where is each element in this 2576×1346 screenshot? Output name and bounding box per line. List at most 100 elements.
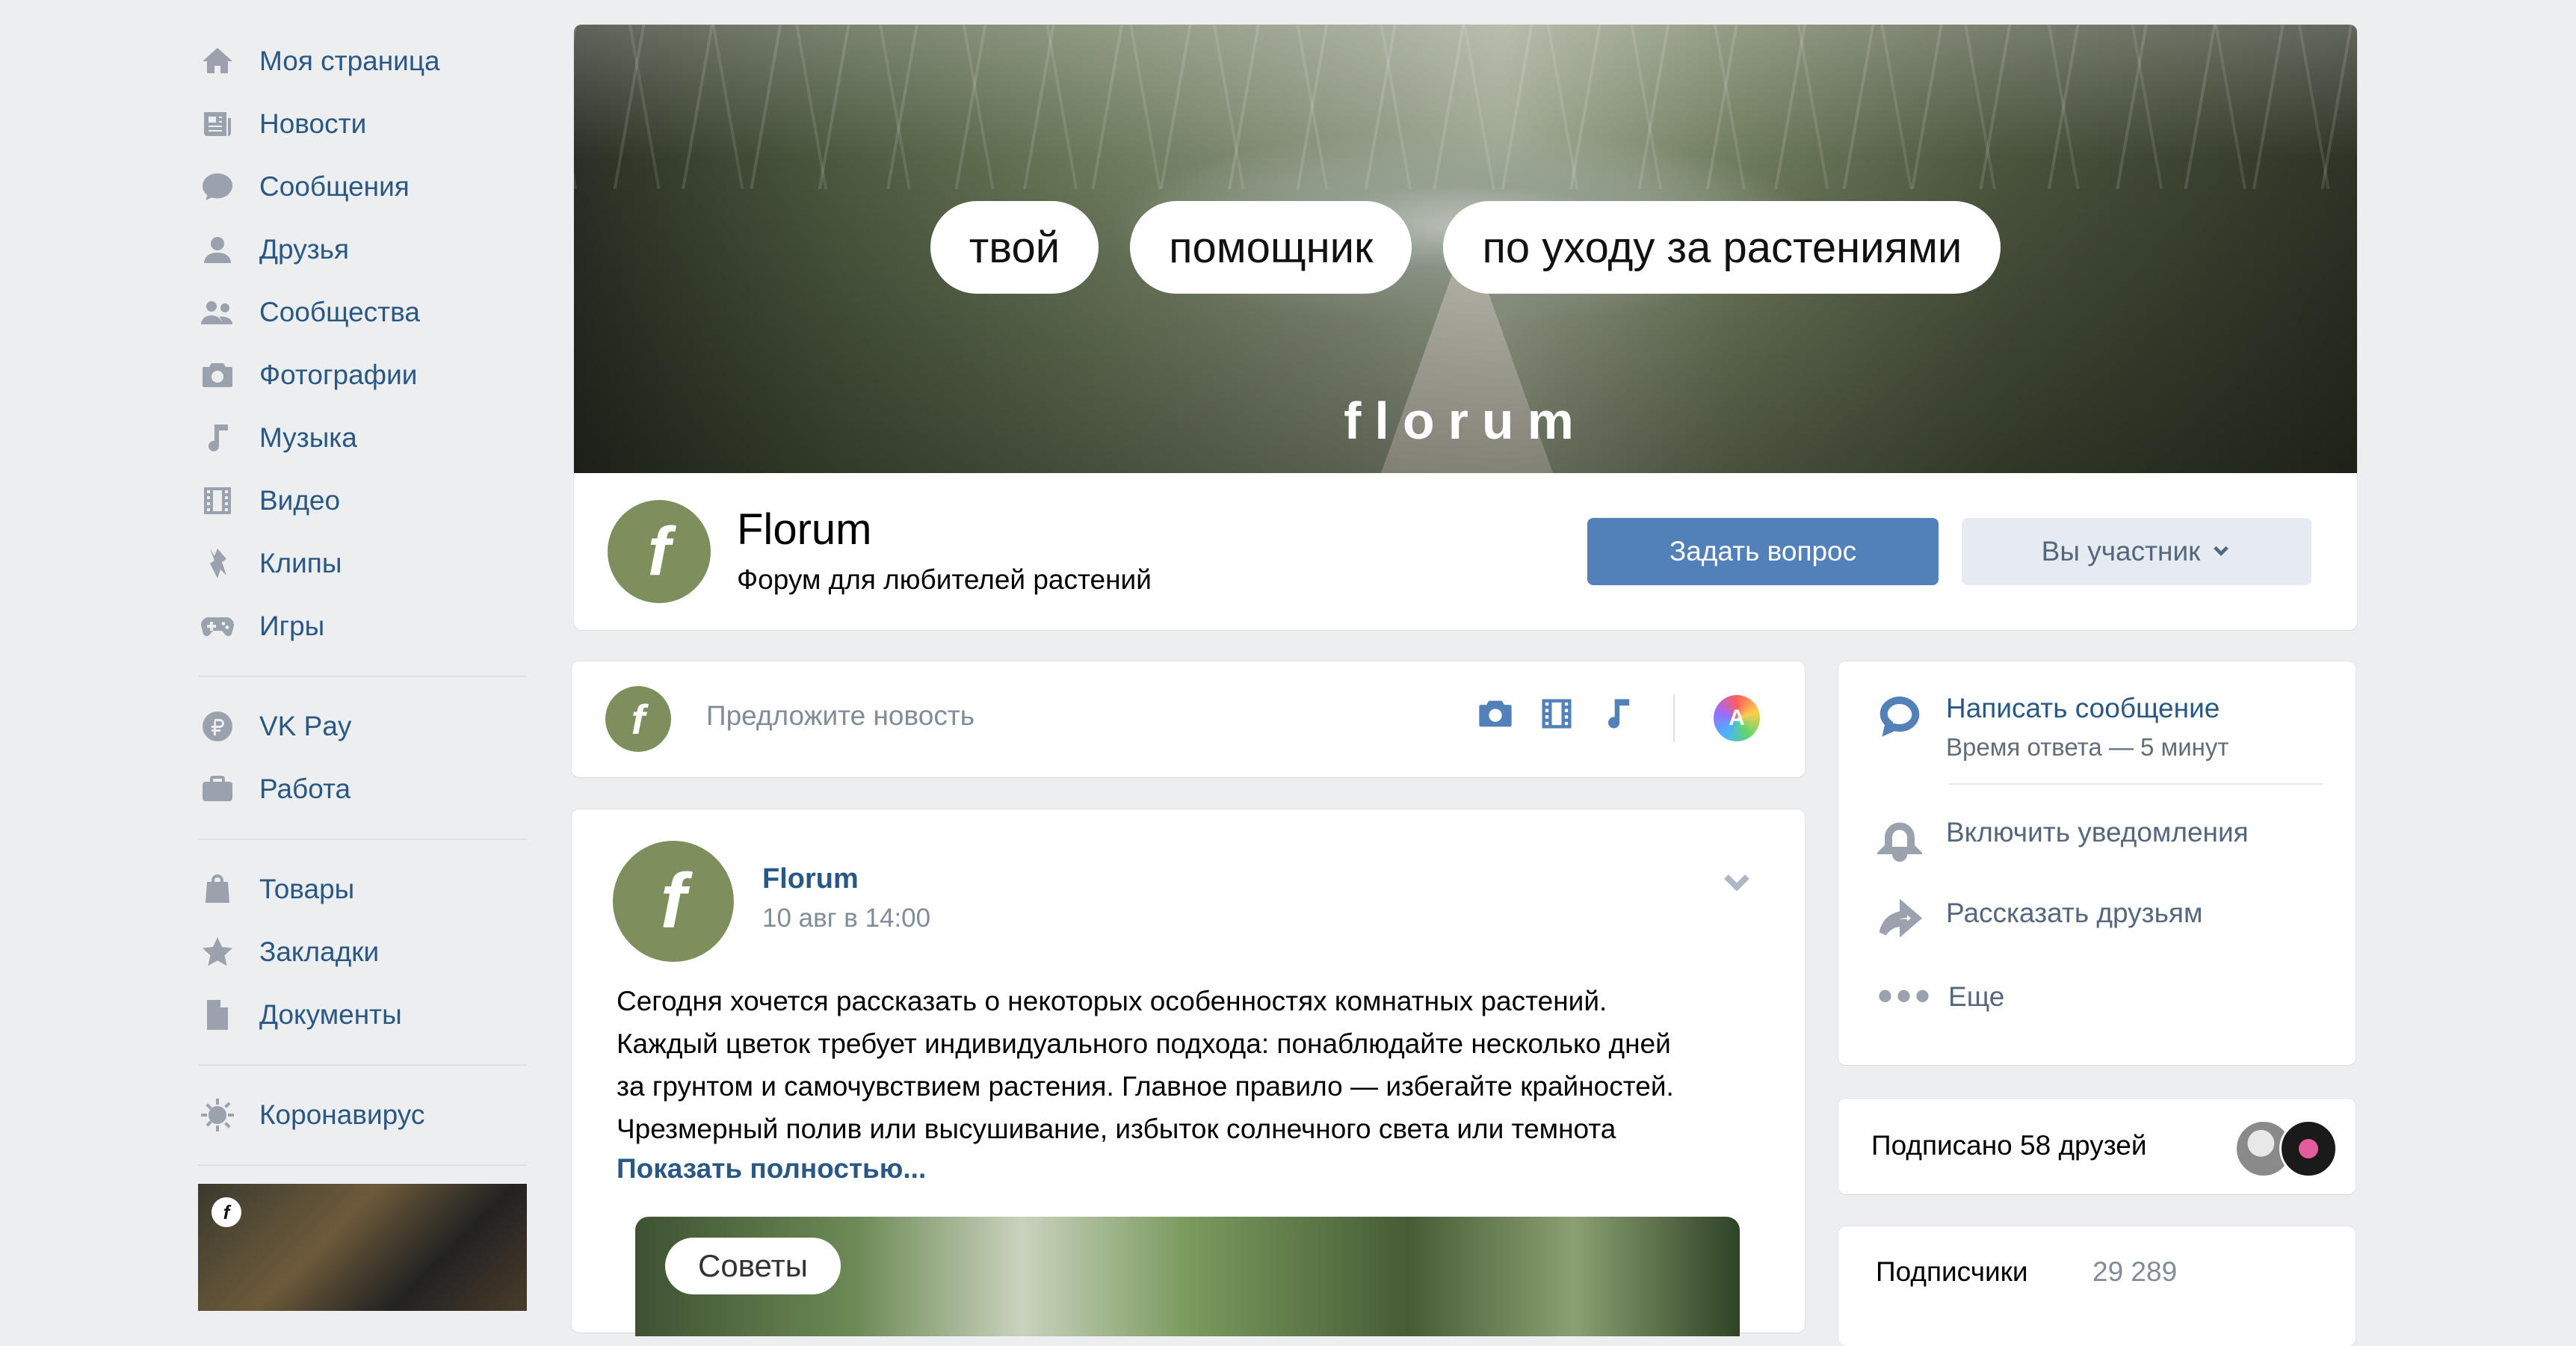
post-text: Сегодня хочется рассказать о некоторых о… xyxy=(617,980,1782,1150)
post-date[interactable]: 10 авг в 14:00 xyxy=(762,904,930,933)
art-author-icon[interactable]: A xyxy=(1714,695,1760,741)
virus-icon xyxy=(198,1096,237,1134)
post-text-line: Чрезмерный полив или высушивание, избыто… xyxy=(617,1114,1616,1144)
sidebar-item-documents[interactable]: Документы xyxy=(198,984,527,1046)
page-root: Моя страница Новости Сообщения Друзья Со… xyxy=(0,0,2576,1346)
briefcase-icon xyxy=(198,770,237,809)
bag-icon xyxy=(198,870,237,909)
group-header-card: твой помощник по уходу за растениями flo… xyxy=(574,25,2357,630)
avatar-letter: f xyxy=(631,695,646,743)
sidebar-item-music[interactable]: Музыка xyxy=(198,407,527,469)
avatar-letter: f xyxy=(647,513,671,590)
post-text-line: Сегодня хочется рассказать о некоторых о… xyxy=(617,986,1607,1016)
sidebar-item-messages[interactable]: Сообщения xyxy=(198,155,527,218)
sidebar-item-coronavirus[interactable]: Коронавирус xyxy=(198,1084,527,1146)
gamepad-icon xyxy=(198,607,237,646)
group-name: Florum xyxy=(737,505,872,554)
sidebar-item-label: Клипы xyxy=(259,548,342,578)
friends-subscribed-card[interactable]: Подписано 58 друзей xyxy=(1838,1099,2356,1194)
news-icon xyxy=(198,105,237,143)
sidebar-item-video[interactable]: Видео xyxy=(198,469,527,532)
subscribers-count: 29 289 xyxy=(2092,1256,2178,1287)
bell-icon xyxy=(1875,817,1924,865)
attach-icons xyxy=(1476,694,1637,737)
sidebar-item-clips[interactable]: Клипы xyxy=(198,532,527,595)
suggest-news-input[interactable]: Предложите новость xyxy=(706,700,975,732)
member-label: Вы участник xyxy=(2041,536,2201,567)
chevron-down-icon[interactable] xyxy=(1719,863,1755,903)
post-image[interactable]: Советы xyxy=(635,1217,1740,1336)
left-sidebar: Моя страница Новости Сообщения Друзья Со… xyxy=(198,30,527,1311)
sidebar-item-bookmarks[interactable]: Закладки xyxy=(198,921,527,984)
sidebar-item-games[interactable]: Игры xyxy=(198,595,527,658)
sidebar-item-communities[interactable]: Сообщества xyxy=(198,281,527,344)
camera-icon[interactable] xyxy=(1476,694,1515,737)
friend-avatar[interactable] xyxy=(2279,1120,2338,1178)
home-icon xyxy=(198,42,237,81)
group-avatar[interactable]: f xyxy=(608,500,711,603)
post-author-avatar[interactable]: f xyxy=(613,841,734,962)
sidebar-divider xyxy=(198,839,527,840)
share-arrow-icon xyxy=(1877,898,1923,946)
ruble-icon xyxy=(198,707,237,746)
sidebar-item-vkpay[interactable]: VK Pay xyxy=(198,695,527,758)
avatar-letter: f xyxy=(660,857,687,945)
suggest-post-bar[interactable]: f Предложите новость A xyxy=(572,661,1805,777)
cover-brand-logo: florum xyxy=(1344,392,1587,450)
cover-image: твой помощник по уходу за растениями flo… xyxy=(574,25,2357,473)
sidebar-item-friends[interactable]: Друзья xyxy=(198,218,527,281)
share-label: Рассказать друзьям xyxy=(1946,898,2203,928)
music-icon xyxy=(198,419,237,457)
sidebar-item-jobs[interactable]: Работа xyxy=(198,758,527,821)
sidebar-item-label: Документы xyxy=(259,999,402,1030)
sidebar-item-label: Друзья xyxy=(259,234,349,265)
sidebar-item-label: Фотографии xyxy=(259,359,418,390)
more-label: Еще xyxy=(1948,981,2005,1012)
video-icon[interactable] xyxy=(1537,694,1576,737)
sidebar-item-my-page[interactable]: Моя страница xyxy=(198,30,527,93)
camera-icon xyxy=(198,356,237,395)
post-text-line: Каждый цветок требует индивидуального по… xyxy=(617,1028,1671,1059)
clips-icon xyxy=(198,544,237,583)
sidebar-promo-image[interactable]: f xyxy=(198,1184,527,1311)
sidebar-item-photos[interactable]: Фотографии xyxy=(198,344,527,407)
sidebar-divider xyxy=(198,676,527,677)
user-icon xyxy=(198,230,237,269)
post-text-line: за грунтом и самочувствием растения. Гла… xyxy=(617,1071,1674,1102)
member-dropdown-button[interactable]: Вы участник xyxy=(1962,518,2311,585)
sidebar-item-label: Коронавирус xyxy=(259,1099,425,1130)
promo-logo-icon: f xyxy=(211,1197,241,1227)
subscribers-card[interactable]: Подписчики 29 289 xyxy=(1838,1226,2356,1346)
video-icon xyxy=(198,481,237,520)
document-icon xyxy=(198,995,237,1034)
divider xyxy=(1673,694,1675,742)
more-action[interactable]: ••• Еще xyxy=(1877,974,2005,1019)
sidebar-item-goods[interactable]: Товары xyxy=(198,858,527,921)
messages-icon xyxy=(198,167,237,206)
sidebar-item-label: Сообщения xyxy=(259,171,410,202)
message-bubble-icon xyxy=(1877,693,1922,741)
cover-pill: твой xyxy=(930,201,1099,294)
group-subtitle: Форум для любителей растений xyxy=(737,564,1152,595)
divider xyxy=(1949,783,2323,785)
cover-pills: твой помощник по уходу за растениями xyxy=(574,201,2357,294)
wall-post: f Florum 10 авг в 14:00 Сегодня хочется … xyxy=(572,809,1805,1336)
sidebar-item-label: Игры xyxy=(259,611,325,641)
sidebar-item-label: Музыка xyxy=(259,422,357,453)
cover-pill: по уходу за растениями xyxy=(1443,201,2001,294)
group-info: f Florum Форум для любителей растений За… xyxy=(574,473,2357,630)
share-action[interactable]: Рассказать друзьям xyxy=(1877,898,2202,946)
chevron-down-icon xyxy=(2211,536,2231,567)
image-tag: Советы xyxy=(665,1238,841,1294)
group-actions-card: Написать сообщение Время ответа — 5 мину… xyxy=(1838,661,2356,1065)
post-author-link[interactable]: Florum xyxy=(762,863,859,895)
sidebar-item-label: Закладки xyxy=(259,936,380,967)
art-letter: A xyxy=(1729,706,1745,730)
sidebar-item-label: Моя страница xyxy=(259,46,440,76)
write-message-action[interactable]: Написать сообщение Время ответа — 5 мину… xyxy=(1877,693,2229,762)
sidebar-item-news[interactable]: Новости xyxy=(198,93,527,155)
music-icon[interactable] xyxy=(1599,694,1637,737)
ask-question-button[interactable]: Задать вопрос xyxy=(1587,518,1939,585)
enable-notifications-action[interactable]: Включить уведомления xyxy=(1875,817,2249,865)
show-more-link[interactable]: Показать полностью... xyxy=(617,1153,926,1185)
